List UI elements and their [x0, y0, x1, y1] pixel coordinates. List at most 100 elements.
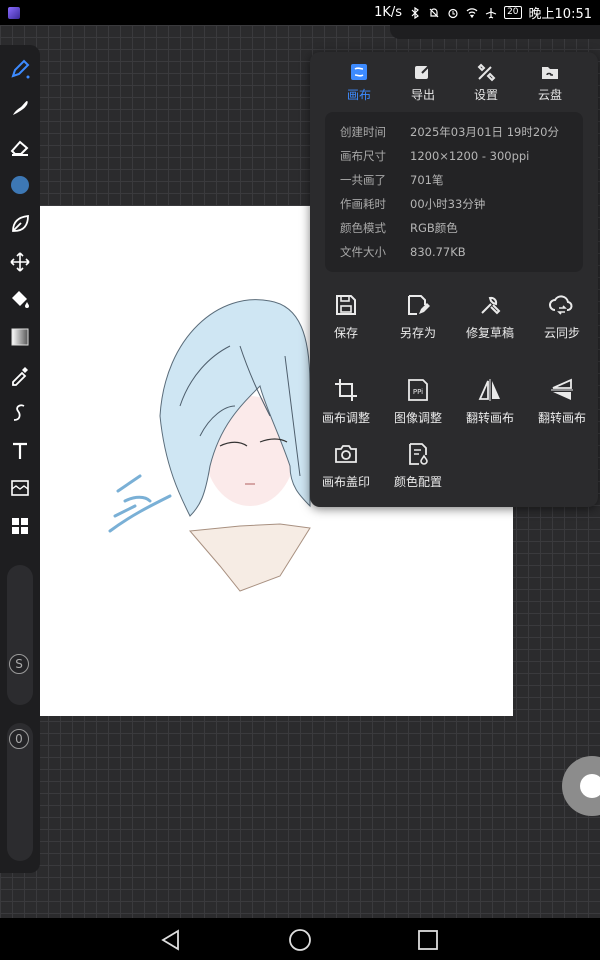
info-key: 作画耗时	[340, 197, 386, 211]
info-value: RGB颜色	[410, 221, 458, 235]
eyedropper-icon[interactable]	[8, 363, 32, 387]
info-row-created: 创建时间 2025年03月01日 19时20分	[340, 124, 559, 140]
brush-size-label: S	[15, 657, 23, 671]
canvas-adjust-button[interactable]: 画布调整	[310, 377, 382, 426]
clock: 晚上10:51	[528, 7, 592, 22]
settings-tools-icon	[477, 63, 496, 82]
bluetooth-icon	[411, 6, 420, 19]
flip-horizontal-button[interactable]: 翻转画布	[454, 377, 526, 426]
recents-icon[interactable]	[415, 927, 441, 953]
alarm-icon	[448, 8, 458, 18]
info-key: 创建时间	[340, 125, 386, 139]
save-as-icon	[408, 295, 430, 315]
svg-text:PPi: PPi	[413, 388, 423, 396]
color-swatch[interactable]	[8, 173, 32, 197]
save-label: 保存	[333, 326, 358, 340]
info-key: 颜色模式	[340, 221, 386, 235]
save-as-button[interactable]: 另存为	[382, 292, 454, 341]
wifi-icon	[466, 7, 478, 18]
gradient-icon[interactable]	[8, 325, 32, 349]
fill-bucket-icon[interactable]	[8, 287, 32, 311]
flip-horizontal-label: 翻转画布	[465, 411, 514, 425]
eraser-icon[interactable]	[8, 135, 32, 159]
tab-settings-label: 设置	[473, 88, 498, 102]
canvas-icon	[351, 64, 367, 80]
info-value: 00小时33分钟	[410, 197, 486, 211]
cloud-drive-icon	[542, 67, 558, 79]
status-bar: 1K/s 20 晚上10:51	[0, 0, 600, 25]
save-button[interactable]: 保存	[310, 292, 382, 341]
tab-canvas-label: 画布	[346, 88, 371, 102]
repair-draft-label: 修复草稿	[465, 326, 514, 340]
info-value: 701笔	[410, 173, 444, 187]
info-value: 2025年03月01日 19时20分	[410, 125, 559, 139]
move-transform-icon[interactable]	[8, 250, 32, 274]
color-profile-icon	[409, 443, 428, 465]
layer-image-icon[interactable]	[8, 476, 32, 500]
app-notification-icon	[8, 6, 20, 19]
brush-size-knob[interactable]: S	[9, 654, 29, 674]
cloud-sync-label: 云同步	[543, 326, 580, 340]
fab-inner-dot	[580, 774, 600, 798]
ppi-icon: PPi	[408, 379, 428, 401]
image-adjust-label: 图像调整	[393, 411, 442, 425]
network-speed: 1K/s	[374, 5, 403, 20]
tab-cloud-drive[interactable]: 云盘	[520, 62, 580, 103]
export-icon	[415, 64, 431, 79]
info-key: 画布尺寸	[340, 149, 386, 163]
canvas-info-box: 创建时间 2025年03月01日 19时20分 画布尺寸 1200×1200 - 3…	[325, 112, 583, 272]
canvas-stamp-label: 画布盖印	[321, 475, 370, 489]
opacity-label: 0	[15, 732, 23, 746]
save-as-label: 另存为	[399, 326, 436, 340]
flip-vertical-button[interactable]: 翻转画布	[526, 377, 598, 426]
battery-level: 20	[504, 6, 522, 19]
repair-draft-button[interactable]: 修复草稿	[454, 292, 526, 341]
camera-icon	[335, 445, 357, 463]
system-navigation-bar	[0, 918, 600, 960]
flip-horizontal-icon	[478, 379, 500, 401]
smudge-icon[interactable]	[8, 96, 32, 120]
brush-pen-icon[interactable]	[8, 57, 32, 81]
save-icon	[336, 295, 356, 315]
curve-icon[interactable]	[8, 401, 32, 425]
info-row-color-mode: 颜色模式 RGB颜色	[340, 220, 458, 236]
canvas-stamp-button[interactable]: 画布盖印	[310, 441, 382, 490]
home-icon[interactable]	[287, 927, 313, 953]
canvas-adjust-label: 画布调整	[321, 411, 370, 425]
tab-canvas[interactable]: 画布	[329, 62, 389, 103]
info-row-strokes: 一共画了 701笔	[340, 172, 443, 188]
back-icon[interactable]	[158, 927, 184, 953]
brush-size-slider[interactable]	[7, 565, 33, 705]
info-key: 一共画了	[340, 173, 386, 187]
grid-layout-icon[interactable]	[8, 514, 32, 538]
info-row-duration: 作画耗时 00小时33分钟	[340, 196, 485, 212]
image-adjust-button[interactable]: PPi 图像调整	[382, 377, 454, 426]
left-toolbar: S 0	[0, 45, 40, 873]
flip-vertical-icon	[551, 378, 573, 400]
artwork-collar	[188, 523, 311, 592]
top-toolbar[interactable]	[390, 25, 600, 39]
opacity-knob[interactable]: 0	[9, 729, 29, 749]
airplane-icon	[485, 7, 497, 19]
tab-export[interactable]: 导出	[393, 62, 453, 103]
info-value: 1200×1200 - 300ppi	[410, 149, 530, 163]
mute-icon	[429, 7, 439, 17]
color-profile-label: 颜色配置	[393, 475, 442, 489]
tab-settings[interactable]: 设置	[456, 62, 516, 103]
cloud-sync-button[interactable]: 云同步	[526, 292, 598, 341]
info-value: 830.77KB	[410, 245, 466, 259]
tab-cloud-drive-label: 云盘	[537, 88, 562, 102]
tab-export-label: 导出	[410, 88, 435, 102]
cloud-sync-icon	[549, 295, 573, 315]
color-profile-button[interactable]: 颜色配置	[382, 441, 454, 490]
artwork-signature	[108, 474, 172, 533]
text-icon[interactable]	[8, 439, 32, 463]
wrench-icon	[481, 296, 501, 315]
leaf-brush-icon[interactable]	[8, 212, 32, 236]
menu-tabs: 画布 导出 设置 云盘	[310, 52, 598, 102]
flip-vertical-label: 翻转画布	[537, 411, 586, 425]
info-row-file-size: 文件大小 830.77KB	[340, 244, 466, 260]
canvas-menu-panel: 画布 导出 设置 云盘 创建时间 2025年03月01日 19时20分 画布尺寸 1…	[310, 52, 598, 507]
info-row-size: 画布尺寸 1200×1200 - 300ppi	[340, 148, 529, 164]
info-key: 文件大小	[340, 245, 386, 259]
